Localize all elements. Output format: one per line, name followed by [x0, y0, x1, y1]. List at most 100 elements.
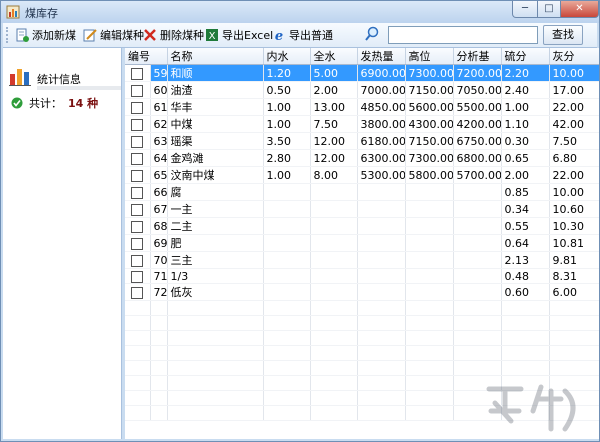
cell-calorific-value: 6900.00 [357, 64, 406, 82]
table-row[interactable]: 61 华丰 1.00 13.00 4850.00 5600.00 5500.00 1.00 22… [125, 98, 599, 116]
close-button[interactable]: ✕ [560, 1, 599, 18]
col-header-inherent-moisture[interactable]: 内水 [263, 48, 311, 65]
cell-id: 67 [150, 200, 168, 218]
row-checkbox[interactable] [131, 203, 144, 216]
empty-cell [310, 330, 358, 346]
row-checkbox[interactable] [131, 118, 144, 131]
col-header-ash[interactable]: 灰分 [549, 48, 599, 65]
row-checkbox-cell [125, 217, 151, 235]
cell-name: 1/3 [167, 268, 264, 284]
toolbar-grip[interactable] [6, 27, 11, 43]
delete-icon [144, 29, 156, 41]
add-coal-button[interactable]: 添加新煤 [15, 26, 76, 44]
col-header-name[interactable]: 名称 [167, 48, 264, 65]
row-checkbox[interactable] [131, 101, 144, 114]
empty-cell [357, 300, 406, 316]
table-row[interactable]: 65 汶南中煤 1.00 8.00 5300.00 5800.00 5700.00 2.00 2… [125, 166, 599, 184]
row-checkbox-cell [125, 283, 151, 301]
cell-calorific-value: 5300.00 [357, 166, 406, 184]
table-row[interactable]: 60 油渣 0.50 2.00 7000.00 7150.00 7050.00 2.40 17.… [125, 81, 599, 99]
cell-sulfur: 0.65 [501, 149, 550, 167]
empty-cell [263, 330, 311, 346]
row-checkbox[interactable] [131, 135, 144, 148]
empty-cell [167, 390, 264, 406]
title-bar[interactable]: 煤库存 ─ □ ✕ [1, 1, 599, 23]
export-excel-button[interactable]: X 导出Excel [205, 26, 273, 44]
cell-name: 一主 [167, 200, 264, 218]
cell-name: 中煤 [167, 115, 264, 133]
empty-cell [167, 375, 264, 391]
empty-cell [125, 390, 151, 406]
table-row[interactable]: 69 肥 0.64 10.81 [125, 234, 599, 252]
table-row[interactable]: 66 腐 0.85 10.00 [125, 183, 599, 201]
cell-total-moisture [310, 217, 358, 235]
row-checkbox[interactable] [131, 186, 144, 199]
table-row[interactable]: 64 金鸡滩 2.80 12.00 6300.00 7300.00 6800.00 0.65 6… [125, 149, 599, 167]
app-icon [6, 5, 20, 19]
row-checkbox[interactable] [131, 67, 144, 80]
check-icon [11, 97, 23, 109]
cell-id: 60 [150, 81, 168, 99]
cell-sulfur: 2.20 [501, 64, 550, 82]
table-row[interactable]: 59 和顺 1.20 5.00 6900.00 7300.00 7200.00 2.20 10.… [125, 64, 599, 82]
cell-inherent-moisture: 1.20 [263, 64, 311, 82]
col-header-total-moisture[interactable]: 全水 [310, 48, 358, 65]
delete-coal-label: 删除煤种 [160, 29, 204, 42]
row-checkbox[interactable] [131, 286, 144, 299]
row-checkbox[interactable] [131, 220, 144, 233]
empty-cell [150, 330, 168, 346]
row-checkbox[interactable] [131, 169, 144, 182]
edit-coal-label: 编辑煤种 [100, 29, 144, 42]
cell-sulfur: 0.48 [501, 268, 550, 284]
empty-cell [357, 315, 406, 331]
cell-ash: 22.00 [549, 98, 599, 116]
row-checkbox-cell [125, 81, 151, 99]
edit-coal-button[interactable]: 编辑煤种 [83, 26, 144, 44]
table-row[interactable]: 68 二主 0.55 10.30 [125, 217, 599, 235]
empty-cell [357, 330, 406, 346]
minimize-button[interactable]: ─ [512, 1, 538, 18]
row-checkbox[interactable] [131, 152, 144, 165]
search-icon[interactable] [364, 26, 380, 42]
stats-header[interactable]: 统计信息 [7, 64, 121, 90]
empty-cell [263, 390, 311, 406]
col-header-analysis-basis[interactable]: 分析基 [453, 48, 502, 65]
ie-icon: e [275, 29, 283, 42]
row-checkbox[interactable] [131, 84, 144, 97]
cell-gross-value [405, 234, 454, 252]
cell-analysis-basis: 7050.00 [453, 81, 502, 99]
col-header-id[interactable]: 编号 [125, 48, 168, 65]
maximize-button[interactable]: □ [537, 1, 561, 18]
row-checkbox[interactable] [131, 237, 144, 250]
col-header-sulfur[interactable]: 硫分 [501, 48, 550, 65]
empty-cell [167, 405, 264, 421]
search-button[interactable]: 查找 [543, 25, 583, 45]
cell-ash: 6.80 [549, 149, 599, 167]
table-row[interactable]: 62 中煤 1.00 7.50 3800.00 4300.00 4200.00 1.10 42.… [125, 115, 599, 133]
export-plain-button[interactable]: e 导出普通 [272, 26, 333, 44]
cell-inherent-moisture: 1.00 [263, 115, 311, 133]
empty-cell [405, 360, 454, 376]
cell-ash: 10.81 [549, 234, 599, 252]
table-body: 59 和顺 1.20 5.00 6900.00 7300.00 7200.00 2.20 10.… [125, 64, 599, 421]
row-checkbox[interactable] [131, 254, 144, 267]
empty-cell [125, 375, 151, 391]
cell-inherent-moisture [263, 251, 311, 269]
col-header-calorific-value[interactable]: 发热量 [357, 48, 406, 65]
table-row[interactable]: 72 低灰 0.60 6.00 [125, 283, 599, 301]
delete-coal-button[interactable]: 删除煤种 [143, 26, 204, 44]
cell-inherent-moisture: 3.50 [263, 132, 311, 150]
row-checkbox[interactable] [131, 270, 144, 283]
table-row[interactable]: 63 瑶渠 3.50 12.00 6180.00 7150.00 6750.00 0.30 7.… [125, 132, 599, 150]
cell-calorific-value: 3800.00 [357, 115, 406, 133]
search-input[interactable] [388, 26, 538, 44]
cell-total-moisture [310, 268, 358, 284]
table-row[interactable]: 70 三主 2.13 9.81 [125, 251, 599, 269]
table-row[interactable]: 67 一主 0.34 10.60 [125, 200, 599, 218]
col-header-gross-value[interactable]: 高位 [405, 48, 454, 65]
cell-calorific-value: 6180.00 [357, 132, 406, 150]
table-row[interactable]: 71 1/3 0.48 8.31 [125, 268, 599, 284]
empty-cell [501, 360, 550, 376]
cell-inherent-moisture [263, 183, 311, 201]
cell-sulfur: 2.13 [501, 251, 550, 269]
